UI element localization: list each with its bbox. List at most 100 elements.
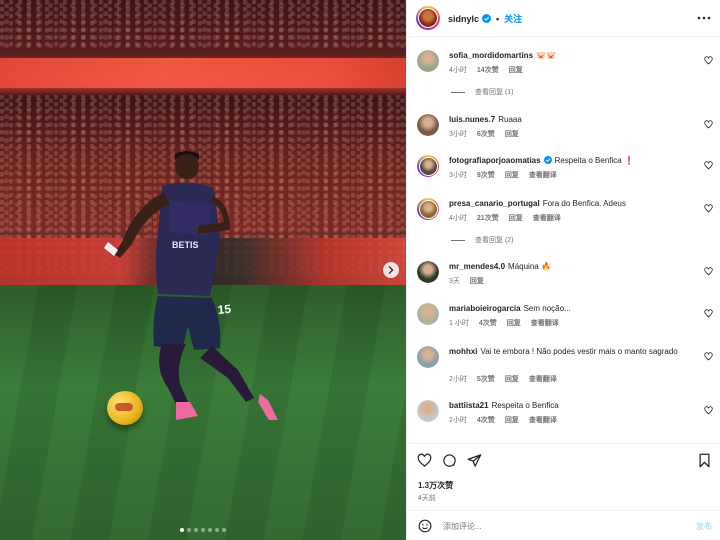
post-side-panel: sidnylc • 关注 sofia_mordidomartins 🐷🐷 4小时 14…: [406, 0, 720, 540]
comment-time: 2小时: [449, 417, 467, 424]
comment-like-heart-icon[interactable]: [704, 120, 713, 129]
comment-like-heart-icon[interactable]: [704, 161, 713, 170]
commenter-avatar[interactable]: [417, 261, 439, 283]
comment-username[interactable]: mohhxi: [449, 347, 477, 356]
reply-button[interactable]: 回复: [505, 374, 519, 384]
comment-meta: 3小时 9次赞 回复 查看翻译: [449, 170, 557, 180]
comment-likes[interactable]: 6次赞: [477, 129, 495, 139]
reply-button[interactable]: 回复: [470, 276, 484, 286]
comment-username[interactable]: luis.nunes.7: [449, 115, 495, 124]
comment-likes[interactable]: 21次赞: [477, 213, 499, 223]
comment-username[interactable]: mr_mendes4.0: [449, 262, 505, 271]
comments-list[interactable]: sofia_mordidomartins 🐷🐷 4小时 14次赞 回复 查看回复 (1) l…: [407, 37, 720, 443]
likes-count[interactable]: 1.3万次赞: [418, 480, 453, 491]
comment-like-heart-icon[interactable]: [704, 204, 713, 213]
commenter-avatar[interactable]: [417, 303, 439, 325]
emoji-icon[interactable]: [418, 519, 432, 533]
comment-time: 1 小时: [449, 320, 469, 327]
translate-button[interactable]: 查看翻译: [529, 374, 557, 384]
translate-button[interactable]: 查看翻译: [533, 213, 561, 223]
svg-text:BETIS: BETIS: [172, 240, 199, 250]
comment-like-heart-icon[interactable]: [704, 352, 713, 361]
carousel-dot: [208, 528, 212, 532]
comment-text: Respeita o Benfica: [491, 401, 559, 410]
comment-text: Respeita o Benfica ❗: [554, 156, 634, 165]
comment-likes[interactable]: 4次赞: [477, 415, 495, 425]
save-bookmark-icon[interactable]: [697, 453, 712, 468]
comment-username[interactable]: battiista21: [449, 401, 489, 410]
comment-meta: 3天 回复: [449, 276, 484, 286]
comment-likes[interactable]: 14次赞: [477, 65, 499, 75]
football: [107, 391, 143, 425]
comment-text: Sem noção...: [523, 304, 571, 313]
reply-button[interactable]: 回复: [505, 129, 519, 139]
comment-like-heart-icon[interactable]: [704, 56, 713, 65]
comment-text-block: mr_mendes4.0 Máquina 🔥: [449, 261, 699, 273]
comment-text-block: presa_canario_portugal Fora do Benfica. A…: [449, 198, 699, 210]
header-separator: •: [496, 13, 500, 24]
comment-text: Ruaaa: [498, 115, 522, 124]
comment-meta: 3小时 6次赞 回复: [449, 129, 519, 139]
comment-text-block: mohhxi Vai te embora ! Não podes vestir m…: [449, 346, 699, 358]
reply-button[interactable]: 回复: [505, 415, 519, 425]
comment-username[interactable]: fotografiaporjoaomatias: [449, 156, 541, 165]
carousel-dot: [180, 528, 184, 532]
commenter-avatar[interactable]: [417, 50, 439, 72]
replies-divider-line: [451, 91, 465, 93]
comment-text-block: mariaboieirogarcia Sem noção...: [449, 303, 699, 315]
comment-likes[interactable]: 5次赞: [477, 374, 495, 384]
reply-button[interactable]: 回复: [505, 170, 519, 180]
comment-meta: 4小时 14次赞 回复: [449, 65, 523, 75]
post-photo[interactable]: BETIS 15: [0, 0, 406, 540]
translate-button[interactable]: 查看翻译: [531, 318, 559, 328]
carousel-dot: [187, 528, 191, 532]
author-line: sidnylc • 关注: [448, 12, 522, 25]
comment-like-heart-icon[interactable]: [704, 309, 713, 318]
comment-input[interactable]: 添加评论...: [443, 521, 482, 532]
comment-text-block: battiista21 Respeita o Benfica: [449, 400, 699, 412]
comment-username[interactable]: sofia_mordidomartins: [449, 51, 533, 60]
replies-divider-line: [451, 239, 465, 241]
translate-button[interactable]: 查看翻译: [529, 415, 557, 425]
carousel-dot: [194, 528, 198, 532]
follow-button[interactable]: 关注: [504, 12, 522, 25]
comment-time: 3天: [449, 278, 460, 285]
comment-like-heart-icon[interactable]: [704, 267, 713, 276]
reply-button[interactable]: 回复: [509, 213, 523, 223]
author-username[interactable]: sidnylc: [448, 14, 479, 24]
comment-username[interactable]: mariaboieirogarcia: [449, 304, 521, 313]
like-heart-icon[interactable]: [417, 453, 432, 468]
commenter-avatar[interactable]: [417, 400, 439, 422]
view-replies-button[interactable]: 查看回复 (1): [451, 87, 514, 97]
more-options-icon[interactable]: [697, 12, 711, 24]
comment-time: 4小时: [449, 215, 467, 222]
commenter-avatar[interactable]: [417, 114, 439, 136]
translate-button[interactable]: 查看翻译: [529, 170, 557, 180]
comment-likes[interactable]: 4次赞: [479, 318, 497, 328]
carousel-dot: [222, 528, 226, 532]
reply-button[interactable]: 回复: [507, 318, 521, 328]
post-comment-button[interactable]: 发布: [696, 521, 712, 532]
reply-button[interactable]: 回复: [509, 65, 523, 75]
commenter-avatar[interactable]: [417, 198, 439, 220]
comment-username[interactable]: presa_canario_portugal: [449, 199, 540, 208]
carousel-dot: [215, 528, 219, 532]
verified-badge-icon: [482, 14, 492, 23]
svg-text:15: 15: [217, 302, 232, 317]
football-player: BETIS 15: [104, 151, 278, 420]
comment-text: Fora do Benfica. Adeus: [542, 199, 626, 208]
comment-composer: 添加评论... 发布: [407, 510, 720, 540]
chevron-right-icon: [388, 266, 394, 274]
carousel-next-button[interactable]: [383, 262, 399, 278]
view-replies-button[interactable]: 查看回复 (2): [451, 235, 514, 245]
comment-meta: 2小时 4次赞 回复 查看翻译: [449, 415, 557, 425]
comment-text: Vai te embora ! Não podes vestir mais o …: [480, 347, 678, 356]
commenter-avatar[interactable]: [417, 346, 439, 368]
comment-likes[interactable]: 9次赞: [477, 170, 495, 180]
comment-text-block: sofia_mordidomartins 🐷🐷: [449, 50, 699, 62]
comment-bubble-icon[interactable]: [442, 453, 457, 468]
author-avatar[interactable]: [416, 6, 440, 30]
comment-like-heart-icon[interactable]: [704, 406, 713, 415]
share-paper-plane-icon[interactable]: [467, 453, 482, 468]
commenter-avatar[interactable]: [417, 155, 439, 177]
